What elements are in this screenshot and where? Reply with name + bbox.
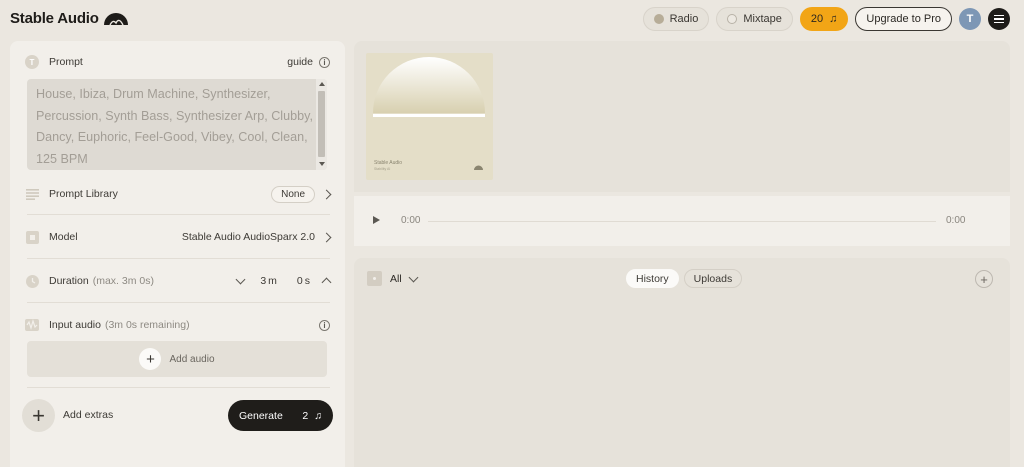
generate-cost: 2 ♫ [302, 410, 322, 422]
filter-dropdown[interactable]: All [367, 271, 419, 286]
generate-cost-value: 2 [302, 409, 309, 422]
total-time: 0:00 [946, 215, 966, 226]
model-icon [25, 230, 39, 244]
radio-label: Radio [669, 13, 699, 25]
avatar[interactable]: T [959, 8, 981, 30]
duration-minutes[interactable]: 3 [260, 275, 266, 287]
chevron-up-icon[interactable] [321, 277, 332, 288]
chevron-down-icon[interactable] [235, 274, 246, 285]
current-time: 0:00 [401, 215, 421, 226]
brand-logo[interactable]: Stable Audio [10, 10, 129, 27]
duration-max: (max. 3m 0s) [92, 275, 154, 287]
model-label: Model [49, 231, 78, 243]
hamburger-icon [994, 14, 1004, 17]
prompt-library-label: Prompt Library [49, 188, 118, 200]
generate-label: Generate [239, 409, 283, 422]
library-list-icon [25, 187, 39, 201]
top-bar: Stable Audio Radio Mixtape 20 ♫ Upgrade … [0, 0, 1024, 40]
radio-icon [653, 14, 664, 24]
divider [27, 214, 330, 215]
prompt-text[interactable]: House, Ibiza, Drum Machine, Synthesizer,… [36, 84, 316, 170]
chevron-right-icon[interactable] [321, 189, 332, 199]
duration-seconds[interactable]: 0 [297, 275, 303, 287]
progress-track[interactable] [428, 221, 936, 222]
filter-icon [367, 271, 382, 286]
duration-label: Duration [49, 275, 89, 287]
prompt-icon: T [25, 55, 39, 69]
plus-icon: + [139, 348, 162, 370]
credits-badge[interactable]: 20 ♫ [799, 7, 849, 31]
info-icon[interactable]: i [319, 56, 330, 68]
play-icon[interactable] [373, 216, 380, 224]
prompt-header: T Prompt guide i [25, 55, 330, 69]
divider [27, 302, 330, 303]
prompt-label: Prompt [49, 56, 83, 68]
audio-player: 0:00 0:00 [354, 196, 1010, 246]
mixtape-label: Mixtape [743, 13, 782, 25]
prompt-input[interactable]: House, Ibiza, Drum Machine, Synthesizer,… [27, 79, 327, 170]
waveform-icon [25, 318, 39, 332]
chevron-down-icon [408, 272, 419, 282]
prompt-scrollbar[interactable] [316, 79, 327, 170]
add-audio-button[interactable]: + Add audio [27, 341, 327, 377]
divider [27, 258, 330, 259]
generate-button[interactable]: Generate 2 ♫ [228, 400, 333, 431]
scrollbar-thumb[interactable] [318, 91, 325, 157]
duration-row: Duration (max. 3m 0s) 3 m 0 s [25, 274, 332, 288]
library-value-badge[interactable]: None [271, 185, 315, 203]
duration-minutes-unit: m [268, 275, 277, 287]
filter-label: All [390, 272, 402, 285]
prompt-library-row[interactable]: Prompt Library None [25, 185, 332, 203]
artwork-panel: Stable Audio Stability AI [354, 41, 1010, 192]
clock-icon [25, 274, 39, 288]
cover-subtitle: Stability AI [374, 167, 391, 171]
upgrade-button[interactable]: Upgrade to Pro [855, 7, 952, 31]
cover-title: Stable Audio [374, 160, 403, 166]
scroll-down-icon[interactable] [319, 162, 325, 166]
credits-count: 20 [810, 13, 824, 25]
history-panel: All History Uploads + [354, 258, 1010, 467]
avatar-initial: T [966, 13, 974, 25]
upgrade-label: Upgrade to Pro [866, 13, 941, 25]
guide-link[interactable]: guide [287, 56, 313, 68]
mixtape-button[interactable]: Mixtape [716, 7, 793, 31]
input-audio-remaining: (3m 0s remaining) [104, 319, 190, 331]
tab-uploads[interactable]: Uploads [683, 269, 743, 288]
input-audio-label: Input audio [49, 319, 101, 331]
duration-seconds-unit: s [304, 275, 310, 287]
half-sun-waves-icon [103, 12, 128, 25]
scroll-up-icon[interactable] [319, 82, 325, 86]
tab-bar: History Uploads [626, 269, 743, 288]
plus-icon: + [32, 402, 45, 428]
add-audio-label: Add audio [169, 353, 215, 365]
input-audio-row: Input audio (3m 0s remaining) i [25, 318, 330, 332]
add-upload-button[interactable]: + [975, 270, 993, 288]
add-extras-button[interactable]: + [22, 399, 55, 432]
plus-icon: + [980, 271, 988, 287]
menu-button[interactable] [988, 8, 1010, 30]
generation-panel: T Prompt guide i House, Ibiza, Drum Mach… [10, 41, 345, 467]
music-note-icon: ♫ [829, 13, 838, 25]
divider [27, 387, 330, 388]
model-value: Stable Audio AudioSparx 2.0 [181, 231, 315, 243]
mixtape-icon [727, 14, 738, 24]
tab-history[interactable]: History [626, 269, 679, 288]
radio-button[interactable]: Radio [642, 7, 710, 31]
music-note-icon: ♫ [314, 409, 322, 422]
brand-name: Stable Audio [10, 10, 99, 27]
info-icon[interactable]: i [319, 319, 330, 331]
chevron-right-icon[interactable] [321, 232, 332, 242]
album-cover[interactable]: Stable Audio Stability AI [366, 53, 493, 180]
add-extras-label[interactable]: Add extras [63, 409, 113, 421]
model-row[interactable]: Model Stable Audio AudioSparx 2.0 [25, 230, 332, 244]
